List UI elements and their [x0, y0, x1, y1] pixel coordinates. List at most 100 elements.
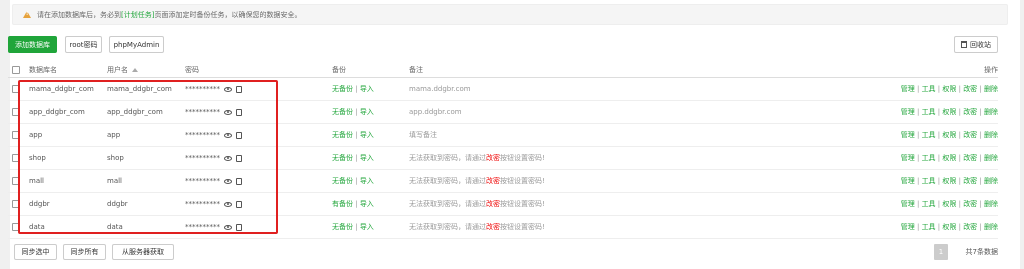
change-password-hint[interactable]: 改密 — [486, 223, 500, 231]
row-checkbox[interactable] — [12, 154, 20, 162]
delete-link[interactable]: 删除 — [984, 131, 998, 139]
backup-status-link[interactable]: 无备份 — [332, 223, 353, 231]
import-link[interactable]: 导入 — [360, 177, 374, 185]
sync-all-button[interactable]: 同步所有 — [63, 244, 106, 260]
delete-link[interactable]: 删除 — [984, 223, 998, 231]
cron-task-link[interactable]: [计划任务] — [121, 10, 154, 20]
note-text[interactable]: mama.ddgbr.com — [409, 85, 471, 93]
permissions-link[interactable]: 权限 — [942, 200, 956, 208]
import-link[interactable]: 导入 — [360, 154, 374, 162]
note-text[interactable]: 填写备注 — [409, 131, 437, 139]
row-checkbox[interactable] — [12, 223, 20, 231]
row-checkbox[interactable] — [12, 131, 20, 139]
trash-icon — [961, 41, 967, 48]
operations-cell: 管理 | 工具 | 权限 | 改密 | 删除 — [900, 200, 998, 208]
change-password-link[interactable]: 改密 — [963, 200, 977, 208]
change-password-hint[interactable]: 改密 — [486, 154, 500, 162]
copy-icon[interactable] — [236, 108, 242, 116]
manage-link[interactable]: 管理 — [901, 131, 915, 139]
header-db-name[interactable]: 数据库名 — [29, 65, 57, 75]
backup-status-link[interactable]: 无备份 — [332, 177, 353, 185]
phpmyadmin-button[interactable]: phpMyAdmin — [109, 36, 164, 53]
delete-link[interactable]: 删除 — [984, 177, 998, 185]
note-cell: 无法获取到密码，请通过改密按钮设置密码! — [409, 176, 545, 186]
operations-cell: 管理 | 工具 | 权限 | 改密 | 删除 — [900, 223, 998, 231]
sync-selected-button[interactable]: 同步选中 — [14, 244, 57, 260]
row-checkbox[interactable] — [12, 108, 20, 116]
header-username[interactable]: 用户名 — [107, 65, 138, 75]
import-link[interactable]: 导入 — [360, 223, 374, 231]
eye-icon[interactable] — [224, 201, 232, 207]
permissions-link[interactable]: 权限 — [942, 108, 956, 116]
eye-icon[interactable] — [224, 132, 232, 138]
manage-link[interactable]: 管理 — [901, 177, 915, 185]
eye-icon[interactable] — [224, 155, 232, 161]
import-link[interactable]: 导入 — [360, 108, 374, 116]
delete-link[interactable]: 删除 — [984, 200, 998, 208]
backup-cell: 无备份 | 导入 — [332, 131, 374, 139]
recycle-bin-button[interactable]: 回收站 — [954, 36, 998, 53]
permissions-link[interactable]: 权限 — [942, 154, 956, 162]
select-all-checkbox[interactable] — [12, 65, 20, 74]
permissions-link[interactable]: 权限 — [942, 177, 956, 185]
import-link[interactable]: 导入 — [360, 200, 374, 208]
copy-icon[interactable] — [236, 223, 242, 231]
backup-cell: 无备份 | 导入 — [332, 108, 374, 116]
tools-link[interactable]: 工具 — [922, 85, 936, 93]
manage-link[interactable]: 管理 — [901, 223, 915, 231]
import-link[interactable]: 导入 — [360, 131, 374, 139]
eye-icon[interactable] — [224, 178, 232, 184]
manage-link[interactable]: 管理 — [901, 154, 915, 162]
delete-link[interactable]: 删除 — [984, 85, 998, 93]
delete-link[interactable]: 删除 — [984, 154, 998, 162]
header-backup: 备份 — [332, 65, 346, 74]
row-checkbox[interactable] — [12, 85, 20, 93]
copy-icon[interactable] — [236, 85, 242, 93]
permissions-link[interactable]: 权限 — [942, 85, 956, 93]
backup-status-link[interactable]: 有备份 — [332, 200, 353, 208]
change-password-hint[interactable]: 改密 — [486, 200, 500, 208]
backup-status-link[interactable]: 无备份 — [332, 154, 353, 162]
tools-link[interactable]: 工具 — [922, 131, 936, 139]
row-checkbox[interactable] — [12, 200, 20, 208]
eye-icon[interactable] — [224, 86, 232, 92]
toolbar: 添加数据库 root密码 phpMyAdmin 回收站 — [8, 36, 998, 54]
copy-icon[interactable] — [236, 200, 242, 208]
eye-icon[interactable] — [224, 224, 232, 230]
manage-link[interactable]: 管理 — [901, 200, 915, 208]
tools-link[interactable]: 工具 — [922, 200, 936, 208]
add-database-button[interactable]: 添加数据库 — [8, 36, 57, 53]
change-password-link[interactable]: 改密 — [963, 223, 977, 231]
change-password-link[interactable]: 改密 — [963, 131, 977, 139]
root-password-button[interactable]: root密码 — [65, 36, 102, 53]
manage-link[interactable]: 管理 — [901, 85, 915, 93]
eye-icon[interactable] — [224, 109, 232, 115]
delete-link[interactable]: 删除 — [984, 108, 998, 116]
permissions-link[interactable]: 权限 — [942, 131, 956, 139]
tools-link[interactable]: 工具 — [922, 108, 936, 116]
change-password-link[interactable]: 改密 — [963, 154, 977, 162]
permissions-link[interactable]: 权限 — [942, 223, 956, 231]
copy-icon[interactable] — [236, 154, 242, 162]
manage-link[interactable]: 管理 — [901, 108, 915, 116]
backup-status-link[interactable]: 无备份 — [332, 108, 353, 116]
tools-link[interactable]: 工具 — [922, 154, 936, 162]
change-password-link[interactable]: 改密 — [963, 85, 977, 93]
change-password-hint[interactable]: 改密 — [486, 177, 500, 185]
tools-link[interactable]: 工具 — [922, 223, 936, 231]
db-password: ********** — [185, 154, 242, 162]
backup-status-link[interactable]: 无备份 — [332, 131, 353, 139]
copy-icon[interactable] — [236, 131, 242, 139]
tools-link[interactable]: 工具 — [922, 177, 936, 185]
note-text[interactable]: app.ddgbr.com — [409, 108, 462, 116]
change-password-link[interactable]: 改密 — [963, 177, 977, 185]
note-text: 无法获取到密码，请通过 — [409, 200, 486, 208]
page-number[interactable]: 1 — [934, 244, 948, 260]
db-password: ********** — [185, 200, 242, 208]
copy-icon[interactable] — [236, 177, 242, 185]
backup-status-link[interactable]: 无备份 — [332, 85, 353, 93]
change-password-link[interactable]: 改密 — [963, 108, 977, 116]
row-checkbox[interactable] — [12, 177, 20, 185]
fetch-from-server-button[interactable]: 从服务器获取 — [112, 244, 174, 260]
import-link[interactable]: 导入 — [360, 85, 374, 93]
